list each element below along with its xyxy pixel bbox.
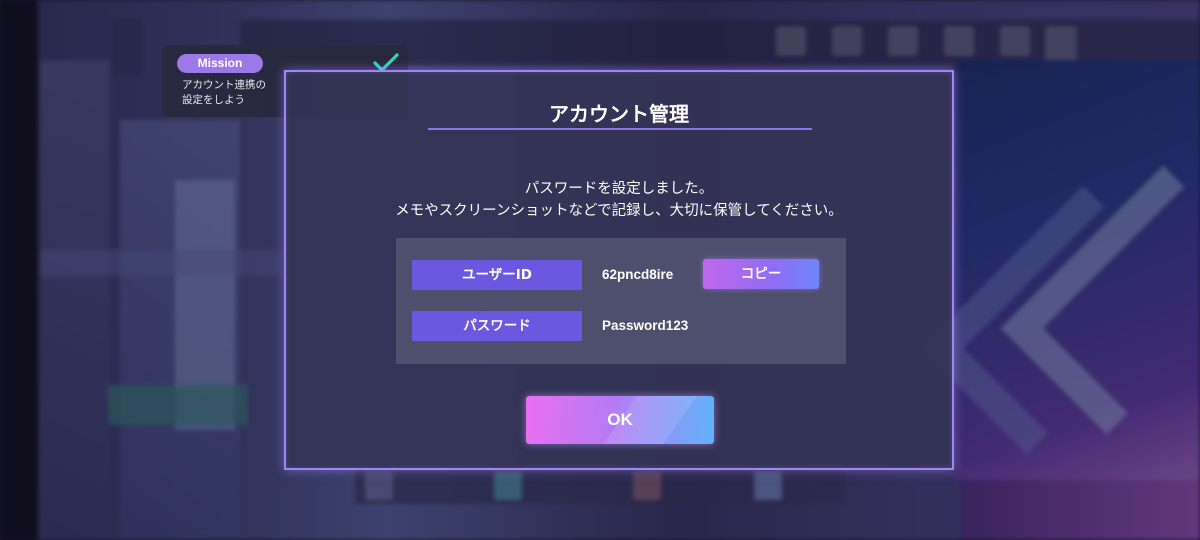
title-underline xyxy=(428,128,812,130)
account-management-dialog: アカウント管理 パスワードを設定しました。 メモやスクリーンショットなどで記録し… xyxy=(284,70,954,470)
dialog-message: パスワードを設定しました。 メモやスクリーンショットなどで記録し、大切に保管して… xyxy=(286,178,952,222)
mission-badge: Mission xyxy=(177,54,263,73)
copy-button[interactable]: コピー xyxy=(703,259,819,289)
user-id-value: 62pncd8ire xyxy=(602,267,674,282)
ok-button[interactable]: OK xyxy=(526,396,714,444)
password-value: Password123 xyxy=(602,318,689,333)
dialog-title: アカウント管理 xyxy=(549,102,689,126)
password-label: パスワード xyxy=(412,311,582,341)
dialog-message-line1: パスワードを設定しました。 xyxy=(524,181,714,197)
dialog-message-line2: メモやスクリーンショットなどで記録し、大切に保管してください。 xyxy=(395,203,843,219)
user-id-label: ユーザーID xyxy=(412,260,582,290)
ok-button-label: OK xyxy=(607,410,633,429)
button-shine xyxy=(587,396,705,444)
credentials-panel: ユーザーID 62pncd8ire コピー パスワード Password123 xyxy=(396,238,846,364)
